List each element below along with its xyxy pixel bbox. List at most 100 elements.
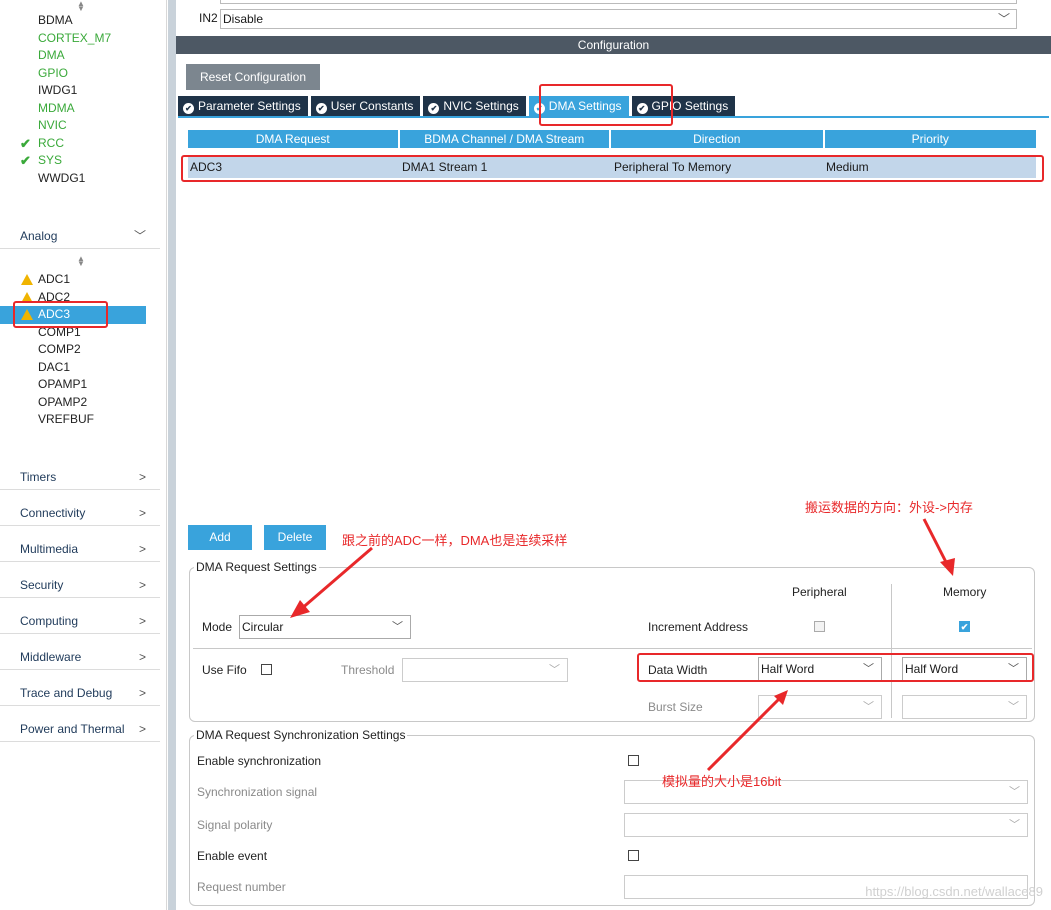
tab-parameter-settings[interactable]: ✔ Parameter Settings [178, 96, 308, 116]
peripheral-burst-select[interactable]: ﹀ [758, 695, 882, 719]
chevron-right-icon: > [138, 578, 146, 592]
enable-event-checkbox[interactable] [628, 850, 639, 861]
chevron-down-icon: ﹀ [1008, 701, 1019, 713]
cell-direction: Peripheral To Memory [614, 160, 732, 174]
chevron-down-icon: ﹀ [1008, 663, 1019, 675]
sidebar-item-mdma[interactable]: MDMA [0, 100, 167, 118]
memory-burst-select[interactable]: ﹀ [902, 695, 1027, 719]
sidebar-item-gpio[interactable]: GPIO [0, 65, 167, 83]
memory-increment-checkbox[interactable]: ✔ [959, 621, 970, 632]
burst-size-label: Burst Size [648, 700, 703, 714]
sidebar-category-analog[interactable]: Analog ﹀ [0, 224, 160, 249]
dma-sync-settings-legend: DMA Request Synchronization Settings [196, 728, 406, 742]
annotation-direction: 搬运数据的方向：外设->内存 [805, 500, 973, 515]
check-circle-icon: ✔ [636, 103, 648, 114]
sidebar-item-bdma[interactable]: BDMA [0, 12, 167, 30]
memory-data-width-select[interactable]: Half Word ﹀ [902, 657, 1027, 681]
sidebar-category-trace-debug[interactable]: Trace and Debug > [0, 681, 160, 706]
row-divider [193, 648, 631, 649]
in2-select[interactable]: Disable ﹀ [220, 9, 1017, 29]
sidebar-item-opamp1[interactable]: OPAMP1 [0, 376, 167, 394]
dma-request-settings-legend: DMA Request Settings [196, 560, 317, 574]
mode-select[interactable]: Circular ﹀ [239, 615, 411, 639]
sidebar-item-vrefbuf[interactable]: VREFBUF [0, 411, 167, 429]
sidebar-system-list: BDMA CORTEX_M7 DMA GPIO IWDG1 MDMA NVIC … [0, 12, 167, 187]
sidebar-item-comp1[interactable]: COMP1 [0, 324, 167, 342]
sidebar-item-rcc[interactable]: ✔ RCC [0, 135, 167, 153]
sidebar-item-adc1[interactable]: ADC1 [0, 271, 167, 289]
signal-polarity-label: Signal polarity [197, 818, 273, 832]
reset-configuration-button[interactable]: Reset Configuration [186, 64, 320, 90]
sidebar-item-iwdg1[interactable]: IWDG1 [0, 82, 167, 100]
chevron-down-icon: ﹀ [1009, 819, 1020, 831]
signal-polarity-select[interactable]: ﹀ [624, 813, 1028, 837]
threshold-select[interactable]: ﹀ [402, 658, 568, 682]
sidebar-item-cortex-m7[interactable]: CORTEX_M7 [0, 30, 167, 48]
sidebar-category-connectivity[interactable]: Connectivity > [0, 501, 160, 526]
sidebar-item-dac1[interactable]: DAC1 [0, 359, 167, 377]
mode-label: Mode [202, 620, 233, 634]
sidebar-analog-list: ADC1 ADC2 ADC3 COMP1 COMP2 DAC1 OPAMP1 O… [0, 271, 167, 429]
sidebar-item-adc3[interactable]: ADC3 [0, 306, 146, 324]
peripheral-header: Peripheral [792, 585, 847, 599]
sidebar-category-middleware[interactable]: Middleware > [0, 645, 160, 670]
configuration-header: Configuration [176, 36, 1051, 54]
sidebar-category-security[interactable]: Security > [0, 573, 160, 598]
sidebar-item-wwdg1[interactable]: WWDG1 [0, 170, 167, 188]
peripheral-increment-checkbox[interactable] [814, 621, 825, 632]
request-number-label: Request number [197, 880, 286, 894]
previous-field-edge [220, 0, 1017, 4]
tab-dma-settings[interactable]: ✔ DMA Settings [528, 96, 629, 116]
threshold-label: Threshold [341, 663, 395, 677]
tab-gpio-settings[interactable]: ✔ GPIO Settings [631, 96, 736, 116]
delete-button[interactable]: Delete [264, 525, 326, 550]
warning-icon [21, 291, 33, 303]
cell-channel-stream: DMA1 Stream 1 [402, 160, 488, 174]
table-row[interactable]: ADC3 DMA1 Stream 1 Peripheral To Memory … [188, 156, 1036, 178]
sidebar-item-nvic[interactable]: NVIC [0, 117, 167, 135]
sort-icon[interactable]: ▲ ▼ [77, 0, 85, 13]
sidebar-category-power-thermal[interactable]: Power and Thermal > [0, 717, 160, 742]
sidebar-item-adc2[interactable]: ADC2 [0, 289, 167, 307]
chevron-right-icon: > [138, 686, 146, 700]
column-header-channel-stream[interactable]: BDMA Channel / DMA Stream [399, 130, 609, 148]
annotation-same-as-adc: 跟之前的ADC一样，DMA也是连续采样 [342, 533, 568, 548]
cell-dma-request: ADC3 [190, 160, 223, 174]
enable-sync-checkbox[interactable] [628, 755, 639, 766]
tab-nvic-settings[interactable]: ✔ NVIC Settings [423, 96, 526, 116]
check-circle-icon: ✔ [315, 103, 327, 114]
memory-header: Memory [943, 585, 987, 599]
chevron-down-icon: ﹀ [863, 701, 874, 713]
watermark: https://blog.csdn.net/wallace89 [865, 884, 1043, 899]
sidebar-category-computing[interactable]: Computing > [0, 609, 160, 634]
peripheral-data-width-value: Half Word [761, 662, 815, 676]
config-tabs: ✔ Parameter Settings ✔ User Constants ✔ NVI… [178, 96, 738, 116]
annotation-size: 模拟量的大小是16bit [662, 774, 782, 789]
sort-icon[interactable]: ▲ ▼ [77, 255, 85, 268]
chevron-right-icon: > [138, 722, 146, 736]
chevron-right-icon: > [138, 542, 146, 556]
column-header-priority[interactable]: Priority [824, 130, 1036, 148]
sidebar-item-comp2[interactable]: COMP2 [0, 341, 167, 359]
tab-underline [178, 116, 1049, 118]
chevron-down-icon: ﹀ [863, 663, 874, 675]
chevron-right-icon: > [138, 506, 146, 520]
chevron-right-icon: > [138, 650, 146, 664]
sidebar-category-timers[interactable]: Timers > [0, 465, 160, 490]
use-fifo-checkbox[interactable] [261, 664, 272, 675]
check-circle-icon: ✔ [183, 103, 194, 114]
sidebar-item-dma[interactable]: DMA [0, 47, 167, 65]
cell-priority: Medium [826, 160, 869, 174]
sidebar-item-opamp2[interactable]: OPAMP2 [0, 394, 167, 412]
column-header-direction[interactable]: Direction [611, 130, 823, 148]
warning-icon [21, 309, 33, 320]
tab-user-constants[interactable]: ✔ User Constants [310, 96, 421, 116]
sidebar-category-multimedia[interactable]: Multimedia > [0, 537, 160, 562]
in2-value: Disable [223, 12, 264, 26]
sidebar-splitter[interactable] [168, 0, 176, 910]
check-icon: ✔ [20, 153, 31, 168]
column-header-dma-request[interactable]: DMA Request [188, 130, 398, 148]
add-button[interactable]: Add [188, 525, 252, 550]
peripheral-data-width-select[interactable]: Half Word ﹀ [758, 657, 882, 681]
sidebar-item-sys[interactable]: ✔ SYS [0, 152, 167, 170]
